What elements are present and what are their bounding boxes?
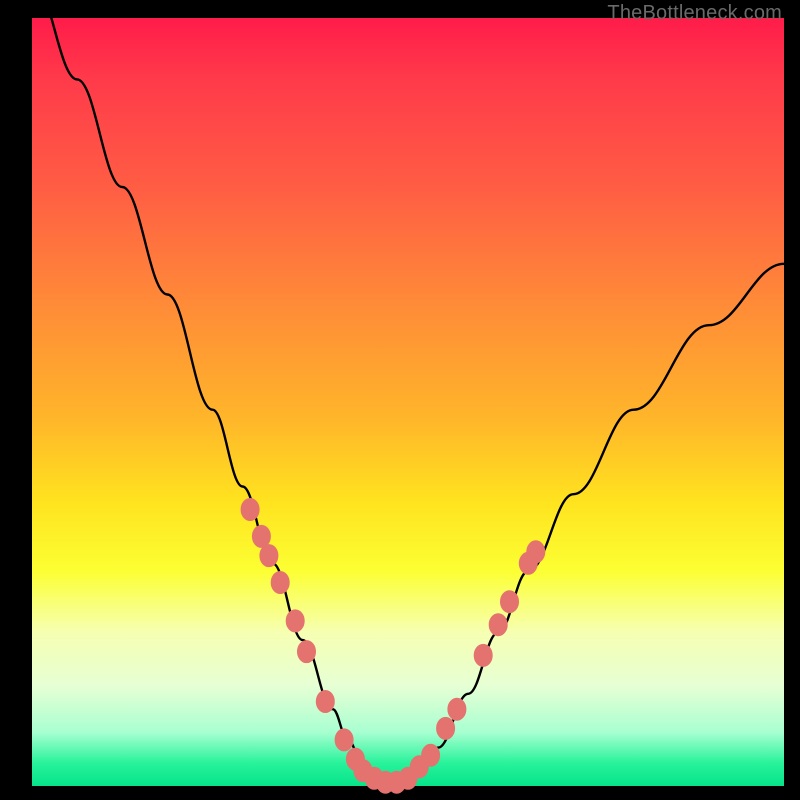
- bead-markers: [241, 499, 545, 794]
- bead-marker: [527, 541, 545, 563]
- bead-marker: [335, 729, 353, 751]
- bead-marker: [241, 499, 259, 521]
- bead-marker: [271, 572, 289, 594]
- bead-marker: [448, 698, 466, 720]
- bead-marker: [474, 644, 492, 666]
- bead-marker: [252, 525, 270, 547]
- bead-marker: [286, 610, 304, 632]
- bead-marker: [489, 614, 507, 636]
- bead-marker: [501, 591, 519, 613]
- chart-svg: [32, 18, 784, 786]
- bead-marker: [422, 744, 440, 766]
- bead-marker: [316, 691, 334, 713]
- bead-marker: [260, 545, 278, 567]
- curve-layer: [32, 0, 784, 786]
- watermark-text: TheBottleneck.com: [607, 2, 782, 25]
- bottleneck-curve: [32, 0, 784, 786]
- outer-frame: TheBottleneck.com: [0, 0, 800, 800]
- bead-marker: [298, 641, 316, 663]
- bead-marker: [437, 717, 455, 739]
- plot-area: [32, 18, 784, 786]
